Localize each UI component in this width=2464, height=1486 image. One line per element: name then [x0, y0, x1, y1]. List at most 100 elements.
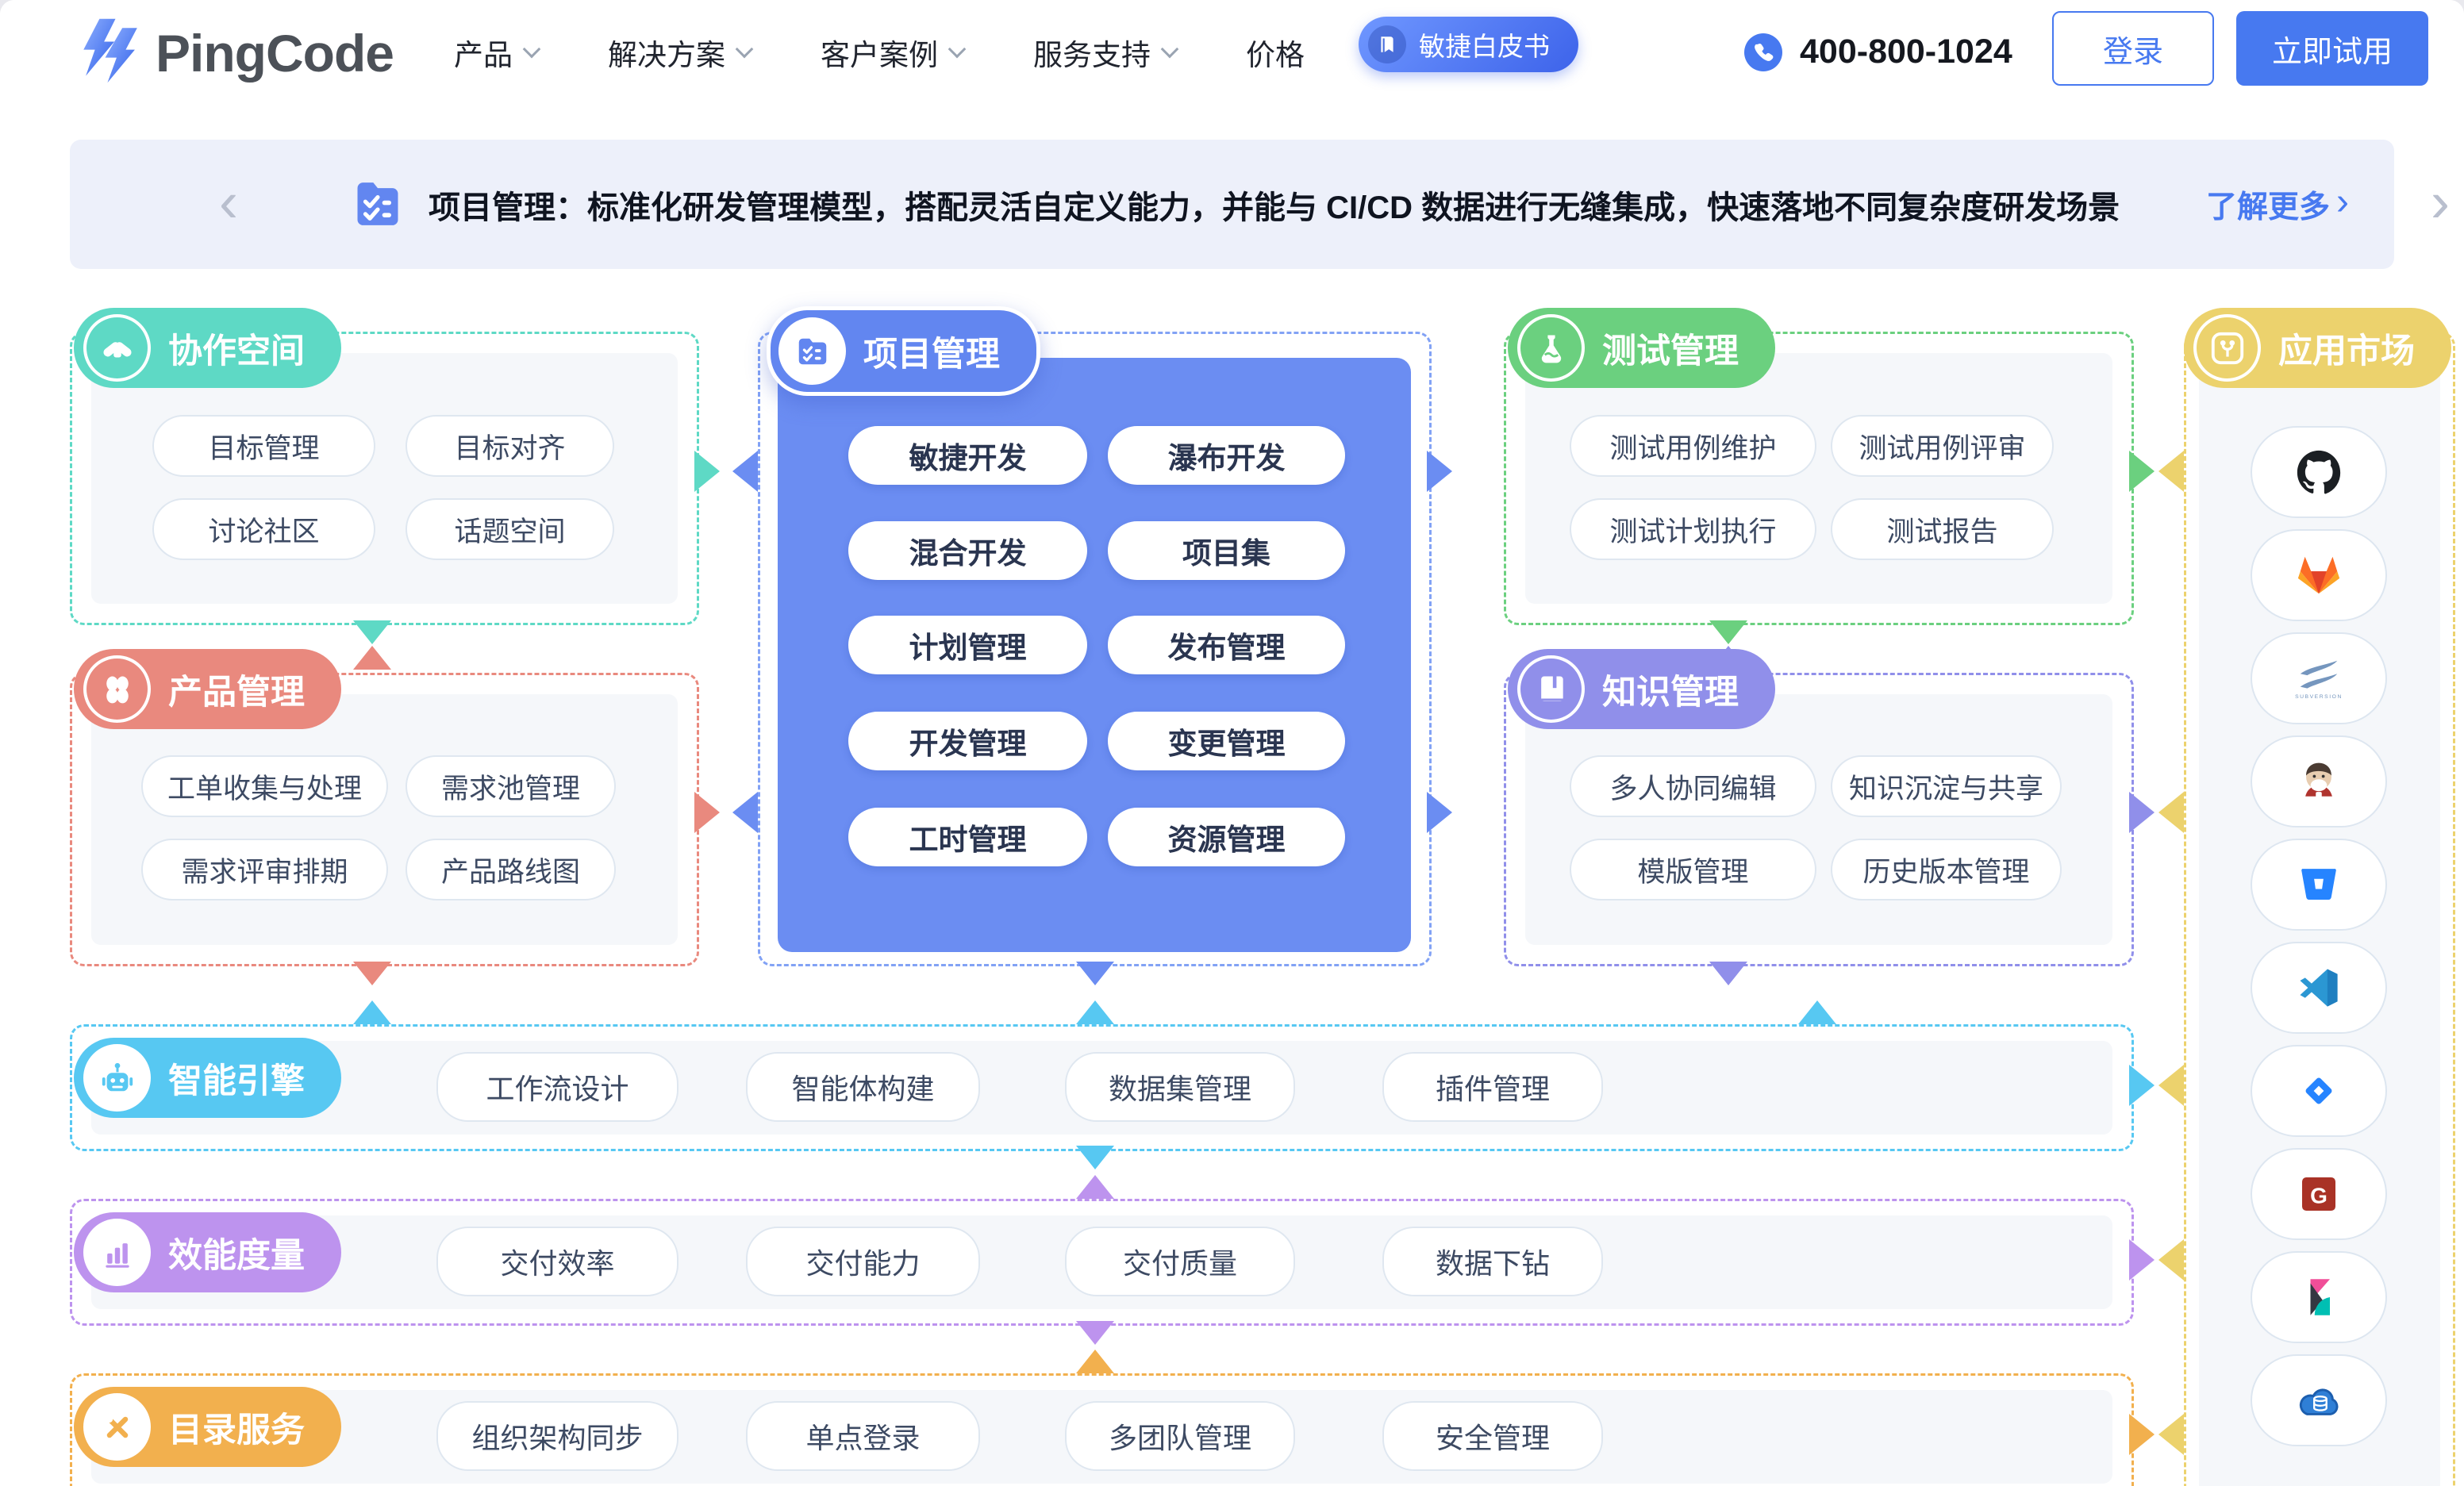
chevron-down-icon — [523, 40, 541, 58]
project-section-header[interactable]: 项目管理 — [767, 306, 1040, 396]
connector-arrow — [1076, 1146, 1114, 1169]
branch-icon — [2193, 314, 2261, 382]
logo-wordmark: PingCode — [156, 23, 394, 83]
connector-arrow — [1076, 1000, 1114, 1024]
kibana-icon[interactable] — [2251, 1251, 2387, 1343]
connector-arrow — [353, 620, 391, 644]
announcement-banner: ‹ 项目管理：标准化研发管理模型，搭配灵活自定义能力，并能与 CI/CD 数据进… — [70, 140, 2394, 269]
directory-section-header[interactable]: 目录服务 — [74, 1387, 341, 1467]
feature-pill[interactable]: 项目集 — [1108, 521, 1345, 580]
collab-section-header[interactable]: 协作空间 — [74, 308, 341, 388]
feature-pill[interactable]: 交付效率 — [436, 1227, 678, 1296]
jenkins-icon[interactable] — [2251, 735, 2387, 827]
jira-icon[interactable] — [2251, 1045, 2387, 1137]
metrics-section-header[interactable]: 效能度量 — [74, 1212, 341, 1292]
gitlab-icon[interactable] — [2251, 529, 2387, 621]
feature-pill[interactable]: 工单收集与处理 — [141, 755, 388, 817]
feature-pill[interactable]: 数据集管理 — [1065, 1052, 1295, 1122]
tools-icon — [83, 1393, 151, 1461]
market-section-header[interactable]: 应用市场 — [2184, 308, 2451, 388]
login-button[interactable]: 登录 — [2052, 11, 2214, 86]
feature-pill[interactable]: 测试用例维护 — [1570, 415, 1816, 477]
connector-arrow — [1076, 962, 1114, 985]
github-icon[interactable] — [2251, 426, 2387, 518]
connector-arrow — [694, 792, 720, 833]
pingcode-logo[interactable]: PingCode — [70, 14, 394, 91]
connector-arrow — [1076, 1175, 1114, 1199]
feature-pill[interactable]: 讨论社区 — [152, 498, 375, 560]
connector-arrow — [1709, 962, 1747, 985]
nav-item-products[interactable]: 产品 — [454, 31, 538, 74]
feature-pill[interactable]: 插件管理 — [1382, 1052, 1603, 1122]
connector-arrow — [1427, 451, 1452, 492]
connector-arrow — [2158, 792, 2184, 833]
feature-pill[interactable]: 敏捷开发 — [848, 426, 1087, 485]
try-now-button[interactable]: 立即试用 — [2236, 11, 2428, 86]
feature-pill[interactable]: 测试报告 — [1831, 498, 2054, 560]
feature-pill[interactable]: 安全管理 — [1382, 1401, 1603, 1471]
feature-pill[interactable]: 模版管理 — [1570, 839, 1816, 900]
flask-icon — [1517, 314, 1585, 382]
connector-arrow — [353, 646, 391, 670]
cloud-database-icon[interactable] — [2251, 1354, 2387, 1446]
feature-pill[interactable]: 多人协同编辑 — [1570, 755, 1816, 817]
feature-pill[interactable]: 历史版本管理 — [1831, 839, 2062, 900]
connector-arrow — [2129, 1065, 2155, 1106]
connector-arrow — [1709, 646, 1747, 670]
feature-pill[interactable]: 交付质量 — [1065, 1227, 1295, 1296]
nav-item-cases[interactable]: 客户案例 — [821, 31, 963, 74]
phone-contact[interactable]: 400-800-1024 — [1744, 0, 2012, 104]
nav-item-solutions[interactable]: 解决方案 — [608, 31, 751, 74]
ai-section-header[interactable]: 智能引擎 — [74, 1038, 341, 1118]
pingcode-homepage: PingCode 产品 解决方案 客户案例 服务支持 价格 敏捷白皮书 400-… — [0, 0, 2464, 1486]
feature-pill[interactable]: 数据下钻 — [1382, 1227, 1603, 1296]
test-section-header[interactable]: 测试管理 — [1508, 308, 1775, 388]
feature-pill[interactable]: 产品路线图 — [406, 839, 616, 900]
feature-pill[interactable]: 工作流设计 — [436, 1052, 678, 1122]
feature-pill[interactable]: 话题空间 — [406, 498, 614, 560]
connector-arrow — [353, 962, 391, 985]
banner-message: 项目管理：标准化研发管理模型，搭配灵活自定义能力，并能与 CI/CD 数据进行无… — [429, 140, 2120, 269]
feature-pill[interactable]: 瀑布开发 — [1108, 426, 1345, 485]
product-section-header[interactable]: 产品管理 — [74, 649, 341, 729]
feature-pill[interactable]: 测试用例评审 — [1831, 415, 2054, 477]
feature-pill[interactable]: 开发管理 — [848, 712, 1087, 770]
feature-pill[interactable]: 目标对齐 — [406, 415, 614, 477]
connector-arrow — [732, 792, 758, 833]
handshake-icon — [83, 314, 151, 382]
feature-pill[interactable]: 混合开发 — [848, 521, 1087, 580]
feature-pill[interactable]: 变更管理 — [1108, 712, 1345, 770]
feature-pill[interactable]: 测试计划执行 — [1570, 498, 1816, 560]
subversion-icon[interactable]: SUBVERSION — [2251, 632, 2387, 724]
learn-more-link[interactable]: 了解更多› — [2206, 140, 2349, 269]
feature-pill[interactable]: 计划管理 — [848, 616, 1087, 674]
nav-item-pricing[interactable]: 价格 — [1246, 31, 1305, 74]
feature-pill[interactable]: 交付能力 — [746, 1227, 980, 1296]
product-panel — [91, 694, 678, 945]
feature-pill[interactable]: 资源管理 — [1108, 808, 1345, 866]
chevron-down-icon — [948, 40, 967, 58]
nav-item-support[interactable]: 服务支持 — [1033, 31, 1176, 74]
vscode-icon[interactable] — [2251, 942, 2387, 1034]
pingcode-logo-icon — [70, 14, 143, 91]
feature-pill[interactable]: 发布管理 — [1108, 616, 1345, 674]
feature-pill[interactable]: 知识沉淀与共享 — [1831, 755, 2062, 817]
connector-arrow — [2158, 1065, 2184, 1106]
feature-pill[interactable]: 目标管理 — [152, 415, 375, 477]
top-navbar: PingCode 产品 解决方案 客户案例 服务支持 价格 敏捷白皮书 400-… — [0, 0, 2464, 104]
gitee-icon[interactable]: G — [2251, 1148, 2387, 1240]
feature-pill[interactable]: 多团队管理 — [1065, 1401, 1295, 1471]
flower-icon — [83, 655, 151, 723]
connector-arrow — [732, 451, 758, 492]
connector-arrow — [1076, 1350, 1114, 1373]
banner-prev-arrow-icon[interactable]: ‹ — [219, 174, 238, 231]
feature-pill[interactable]: 需求评审排期 — [141, 839, 388, 900]
feature-pill[interactable]: 需求池管理 — [406, 755, 616, 817]
agile-whitepaper-badge[interactable]: 敏捷白皮书 — [1359, 17, 1578, 72]
bitbucket-icon[interactable] — [2251, 839, 2387, 931]
feature-pill[interactable]: 组织架构同步 — [436, 1401, 678, 1471]
feature-pill[interactable]: 工时管理 — [848, 808, 1087, 866]
banner-next-arrow-icon[interactable]: › — [2431, 174, 2450, 231]
feature-pill[interactable]: 智能体构建 — [746, 1052, 980, 1122]
feature-pill[interactable]: 单点登录 — [746, 1401, 980, 1471]
